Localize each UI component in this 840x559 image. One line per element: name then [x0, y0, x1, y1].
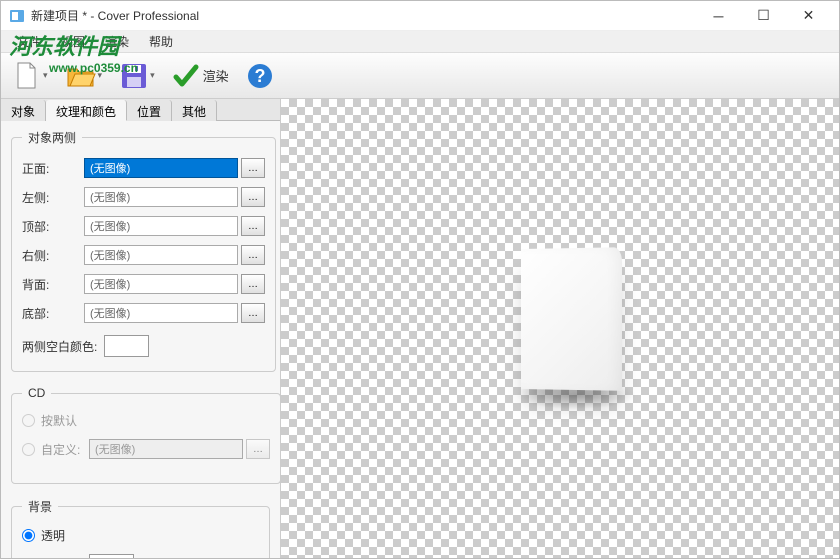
tab-objects[interactable]: 对象 — [1, 100, 46, 121]
right-input[interactable] — [84, 245, 238, 265]
right-label: 右侧: — [22, 247, 84, 264]
close-button[interactable]: ✕ — [786, 1, 831, 30]
front-input[interactable] — [84, 158, 238, 178]
cd-custom-radio[interactable] — [22, 443, 35, 456]
bg-color-label: 颜色: — [41, 557, 89, 559]
bottom-browse-button[interactable]: … — [241, 303, 265, 323]
bg-transparent-label: 透明 — [41, 527, 65, 544]
panel-tabs: 对象 纹理和颜色 位置 其他 — [1, 99, 280, 121]
sides-legend: 对象两侧 — [22, 129, 82, 146]
front-label: 正面: — [22, 160, 84, 177]
new-file-icon — [13, 61, 41, 91]
panel-body: 对象两侧 正面: … 左侧: … 顶部: … — [1, 121, 280, 558]
render-label: 渲染 — [203, 66, 229, 85]
save-button[interactable]: ▾ — [116, 58, 159, 94]
top-label: 顶部: — [22, 218, 84, 235]
back-browse-button[interactable]: … — [241, 274, 265, 294]
back-input[interactable] — [84, 274, 238, 294]
bottom-label: 底部: — [22, 305, 84, 322]
cd-group: CD 按默认 自定义: … — [11, 386, 280, 484]
cd-default-radio[interactable] — [22, 414, 35, 427]
toolbar: ▾ ▾ ▾ 渲染 ? — [1, 53, 839, 99]
cover-front-face — [521, 247, 622, 391]
left-input[interactable] — [84, 187, 238, 207]
app-window: 新建项目 * - Cover Professional ─ ☐ ✕ 河东软件园 … — [0, 0, 840, 559]
left-label: 左侧: — [22, 189, 84, 206]
front-browse-button[interactable]: … — [241, 158, 265, 178]
right-browse-button[interactable]: … — [241, 245, 265, 265]
bottom-input[interactable] — [84, 303, 238, 323]
cover-3d-object[interactable] — [521, 249, 636, 404]
help-icon: ? — [247, 63, 273, 89]
tab-textures[interactable]: 纹理和颜色 — [46, 100, 127, 121]
maximize-button[interactable]: ☐ — [741, 1, 786, 30]
folder-open-icon — [66, 63, 96, 89]
render-button[interactable]: 渲染 — [169, 58, 233, 94]
titlebar: 新建项目 * - Cover Professional ─ ☐ ✕ — [1, 1, 839, 31]
sides-group: 对象两侧 正面: … 左侧: … 顶部: … — [11, 129, 276, 372]
blank-color-swatch[interactable] — [104, 335, 149, 357]
dropdown-arrow-icon: ▾ — [43, 70, 48, 81]
background-group: 背景 透明 颜色: — [11, 498, 270, 558]
app-icon — [9, 8, 25, 24]
menu-render[interactable]: 渲染 — [95, 31, 139, 52]
menubar: 文件 视图 渲染 帮助 — [1, 31, 839, 53]
menu-help[interactable]: 帮助 — [139, 31, 183, 52]
bg-legend: 背景 — [22, 498, 58, 515]
floppy-disk-icon — [120, 62, 148, 90]
tab-other[interactable]: 其他 — [172, 100, 217, 121]
help-button[interactable]: ? — [243, 58, 277, 94]
properties-panel: 对象 纹理和颜色 位置 其他 对象两侧 正面: … 左侧: … — [1, 99, 281, 558]
preview-area[interactable] — [281, 99, 839, 558]
menu-file[interactable]: 文件 — [7, 31, 51, 52]
check-icon — [173, 63, 199, 89]
back-label: 背面: — [22, 276, 84, 293]
cd-browse-button: … — [246, 439, 270, 459]
svg-text:?: ? — [254, 66, 265, 86]
dropdown-arrow-icon: ▾ — [150, 70, 155, 81]
blank-color-label: 两侧空白颜色: — [22, 338, 104, 355]
content-area: 对象 纹理和颜色 位置 其他 对象两侧 正面: … 左侧: … — [1, 99, 839, 558]
tab-position[interactable]: 位置 — [127, 100, 172, 121]
cd-default-label: 按默认 — [41, 412, 77, 429]
minimize-button[interactable]: ─ — [696, 1, 741, 30]
cd-legend: CD — [22, 386, 51, 400]
cd-custom-label: 自定义: — [41, 441, 89, 458]
bg-transparent-radio[interactable] — [22, 529, 35, 542]
top-input[interactable] — [84, 216, 238, 236]
top-browse-button[interactable]: … — [241, 216, 265, 236]
new-button[interactable]: ▾ — [9, 58, 52, 94]
window-title: 新建项目 * - Cover Professional — [31, 7, 696, 24]
cd-custom-input — [89, 439, 243, 459]
dropdown-arrow-icon: ▾ — [98, 70, 103, 81]
bg-color-swatch[interactable] — [89, 554, 134, 558]
menu-view[interactable]: 视图 — [51, 31, 95, 52]
left-browse-button[interactable]: … — [241, 187, 265, 207]
open-button[interactable]: ▾ — [62, 58, 107, 94]
